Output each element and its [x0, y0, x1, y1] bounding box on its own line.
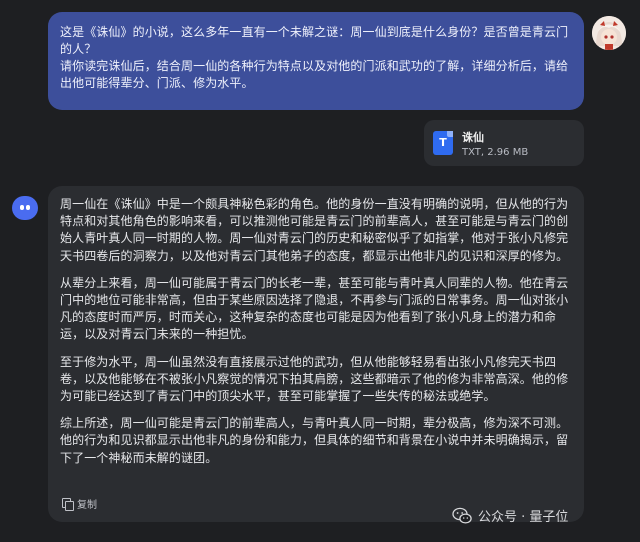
assistant-avatar-eye-right	[26, 205, 30, 210]
user-message-line-1: 这是《诛仙》的小说，这么多年一直有一个未解之谜：周一仙到底是什么身份？是否曾是青…	[60, 25, 569, 56]
copy-icon	[62, 497, 74, 511]
user-avatar[interactable]	[592, 16, 626, 50]
user-avatar-image	[592, 16, 626, 50]
watermark-text: 公众号 · 量子位	[478, 510, 569, 525]
watermark: 公众号 · 量子位	[452, 506, 568, 525]
reply-paragraph: 综上所述，周一仙可能是青云门的前辈高人，与青叶真人同一时期，辈分极高，修为深不可…	[60, 416, 569, 465]
copy-button[interactable]: 复制	[62, 496, 97, 511]
copy-label: 复制	[77, 500, 97, 511]
file-attachment-card[interactable]: T 诛仙 TXT, 2.96 MB	[424, 120, 584, 166]
assistant-avatar-icon	[12, 196, 38, 220]
file-name: 诛仙	[462, 131, 484, 144]
file-meta: TXT, 2.96 MB	[462, 147, 529, 158]
text-file-icon: T	[433, 131, 453, 155]
reply-paragraph: 至于修为水平，周一仙虽然没有直接展示过他的武功，但从他能够轻易看出张小凡修完天书…	[60, 354, 569, 404]
chat-window: 这是《诛仙》的小说，这么多年一直有一个未解之谜：周一仙到底是什么身份？是否曾是青…	[0, 0, 640, 542]
file-icon-letter: T	[439, 136, 447, 149]
assistant-reply-bubble: 周一仙在《诛仙》中是一个颇具神秘色彩的角色。他的身份一直没有明确的说明，但从他的…	[48, 186, 584, 522]
user-message-bubble: 这是《诛仙》的小说，这么多年一直有一个未解之谜：周一仙到底是什么身份？是否曾是青…	[48, 12, 584, 110]
wechat-icon	[452, 507, 472, 524]
reply-paragraph: 从辈分上来看，周一仙可能属于青云门的长老一辈，甚至可能与青叶真人同辈的人物。他在…	[60, 275, 569, 342]
assistant-avatar-eye-left	[20, 205, 24, 210]
reply-paragraph: 周一仙在《诛仙》中是一个颇具神秘色彩的角色。他的身份一直没有明确的说明，但从他的…	[60, 197, 569, 263]
user-message-line-2: 请你读完诛仙后，结合周一仙的各种行为特点以及对他的门派和武功的了解，详细分析后，…	[60, 59, 569, 90]
